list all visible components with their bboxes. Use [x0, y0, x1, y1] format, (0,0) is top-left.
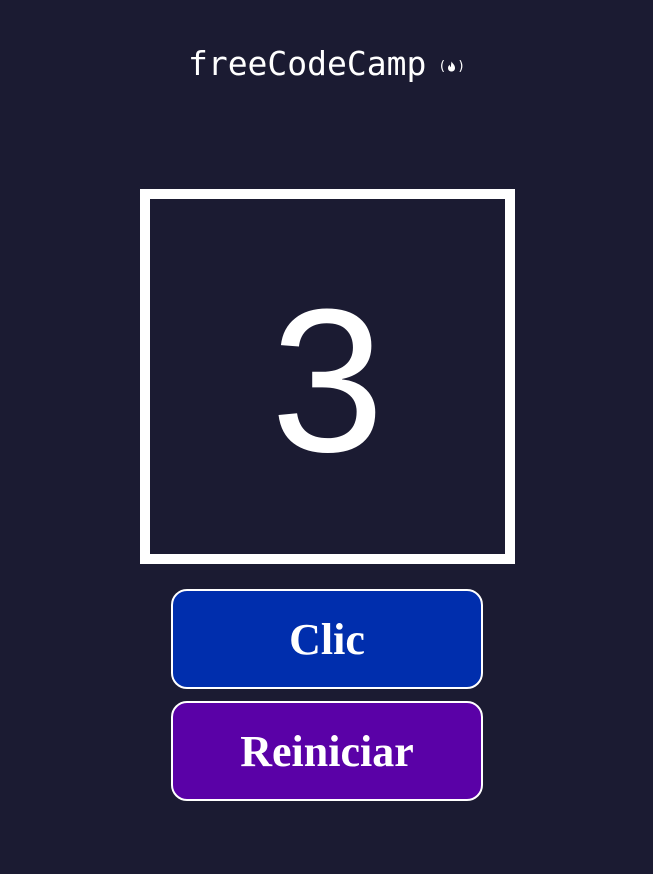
counter-value: 3: [270, 266, 385, 495]
reset-button[interactable]: Reiniciar: [171, 701, 483, 801]
logo-close-paren: ): [457, 58, 466, 74]
logo-text: freeCodeCamp: [187, 44, 427, 83]
counter-display: 3: [140, 189, 515, 564]
logo-mark: ( ): [438, 59, 465, 74]
freecodecamp-logo: freeCodeCamp ( ): [0, 44, 653, 84]
logo-open-paren: (: [438, 58, 447, 74]
flame-icon: [447, 61, 456, 72]
click-button[interactable]: Clic: [171, 589, 483, 689]
